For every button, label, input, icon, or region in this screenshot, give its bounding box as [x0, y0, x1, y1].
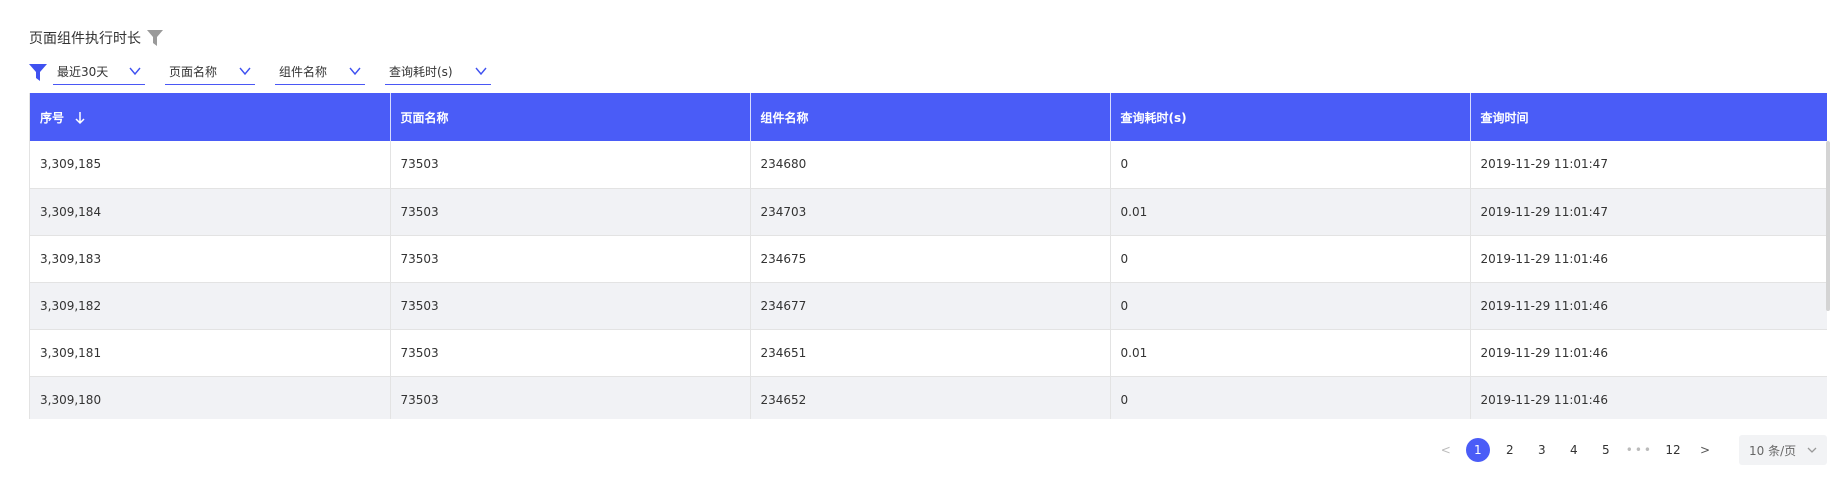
cell-page-name: 73503 — [390, 188, 751, 235]
pagination: < 1 2 3 4 5 ••• 12 > 10 条/页 — [1430, 435, 1827, 465]
cell-query-duration: 0 — [1110, 282, 1471, 329]
active-filter-icon[interactable] — [29, 62, 47, 82]
page-button[interactable]: 3 — [1530, 438, 1554, 462]
cell-index: 3,309,185 — [30, 141, 391, 188]
page-button-current[interactable]: 1 — [1465, 438, 1490, 462]
chevron-down-icon — [475, 67, 487, 76]
data-table: 序号 页面名称 组件名称 查询耗时(s) 查询时间 3,309,185 7350… — [29, 93, 1827, 419]
cell-component-name: 234675 — [750, 235, 1111, 282]
component-name-select[interactable]: 组件名称 — [275, 59, 365, 85]
table-row[interactable]: 3,309,180 73503 234652 0 2019-11-29 11:0… — [30, 376, 1827, 419]
sort-descending-icon[interactable] — [74, 111, 86, 125]
page-size-select[interactable]: 10 条/页 — [1739, 435, 1827, 465]
chevron-down-icon — [129, 67, 141, 76]
page-name-value: 页面名称 — [169, 65, 218, 79]
column-header-index[interactable]: 序号 — [30, 93, 391, 141]
cell-component-name: 234703 — [750, 188, 1111, 235]
page-button[interactable]: 5 — [1594, 438, 1618, 462]
date-range-value: 最近30天 — [57, 65, 109, 79]
cell-index: 3,309,184 — [30, 188, 391, 235]
column-header-page-name[interactable]: 页面名称 — [390, 93, 751, 141]
chevron-down-icon — [239, 67, 251, 76]
filter-bar: 最近30天 页面名称 组件名称 查询耗时(s) — [29, 58, 511, 86]
table-row[interactable]: 3,309,185 73503 234680 0 2019-11-29 11:0… — [30, 141, 1827, 188]
cell-query-time: 2019-11-29 11:01:46 — [1480, 298, 1608, 313]
cell-index: 3,309,182 — [30, 282, 391, 329]
query-time-select[interactable]: 查询耗时(s) — [385, 59, 491, 85]
column-header-query-duration[interactable]: 查询耗时(s) — [1110, 93, 1471, 141]
page-button[interactable]: 2 — [1498, 438, 1522, 462]
cell-page-name: 73503 — [390, 235, 751, 282]
chevron-down-icon — [1807, 447, 1817, 453]
filter-icon[interactable] — [147, 29, 163, 47]
cell-query-time: 2019-11-29 11:01:46 — [1480, 251, 1608, 266]
cell-component-name: 234652 — [750, 376, 1111, 419]
cell-query-time: 2019-11-29 11:01:47 — [1480, 204, 1608, 219]
cell-query-time: 2019-11-29 11:01:47 — [1480, 157, 1608, 172]
page-name-select[interactable]: 页面名称 — [165, 59, 255, 85]
table-row[interactable]: 3,309,183 73503 234675 0 2019-11-29 11:0… — [30, 235, 1827, 282]
cell-page-name: 73503 — [390, 282, 751, 329]
cell-component-name: 234680 — [750, 141, 1111, 188]
cell-component-name: 234651 — [750, 329, 1111, 376]
more-pages-ellipsis[interactable]: ••• — [1626, 438, 1653, 462]
next-page-button[interactable]: > — [1693, 438, 1717, 462]
cell-page-name: 73503 — [390, 376, 751, 419]
cell-page-name: 73503 — [390, 329, 751, 376]
cell-query-duration: 0.01 — [1110, 188, 1471, 235]
page-title: 页面组件执行时长 — [29, 31, 141, 47]
table-row[interactable]: 3,309,184 73503 234703 0.01 2019-11-29 1… — [30, 188, 1827, 235]
cell-query-duration: 0.01 — [1110, 329, 1471, 376]
cell-index: 3,309,180 — [30, 376, 391, 419]
component-name-value: 组件名称 — [279, 65, 328, 79]
cell-query-duration: 0 — [1110, 141, 1471, 188]
cell-page-name: 73503 — [390, 141, 751, 188]
page-button-last[interactable]: 12 — [1661, 438, 1685, 462]
column-header-label: 序号 — [40, 110, 65, 125]
column-header-component-name[interactable]: 组件名称 — [750, 93, 1111, 141]
column-header-query-time[interactable]: 查询时间 — [1470, 93, 1827, 141]
page-button[interactable]: 4 — [1562, 438, 1586, 462]
table-header-row: 序号 页面名称 组件名称 查询耗时(s) 查询时间 — [30, 93, 1827, 141]
cell-index: 3,309,181 — [30, 329, 391, 376]
table-row[interactable]: 3,309,182 73503 234677 0 2019-11-29 11:0… — [30, 282, 1827, 329]
chevron-down-icon — [349, 67, 361, 76]
cell-query-duration: 0 — [1110, 376, 1471, 419]
prev-page-button[interactable]: < — [1434, 438, 1458, 462]
cell-query-duration: 0 — [1110, 235, 1471, 282]
cell-component-name: 234677 — [750, 282, 1111, 329]
cell-index: 3,309,183 — [30, 235, 391, 282]
cell-query-time: 2019-11-29 11:01:46 — [1480, 345, 1608, 360]
date-range-select[interactable]: 最近30天 — [53, 59, 145, 85]
vertical-scrollbar[interactable] — [1826, 141, 1830, 311]
cell-query-time: 2019-11-29 11:01:46 — [1480, 392, 1608, 407]
title-row: 页面组件执行时长 — [29, 24, 163, 52]
query-time-value: 查询耗时(s) — [389, 65, 453, 79]
page-size-value: 10 条/页 — [1749, 443, 1797, 458]
table-row[interactable]: 3,309,181 73503 234651 0.01 2019-11-29 1… — [30, 329, 1827, 376]
